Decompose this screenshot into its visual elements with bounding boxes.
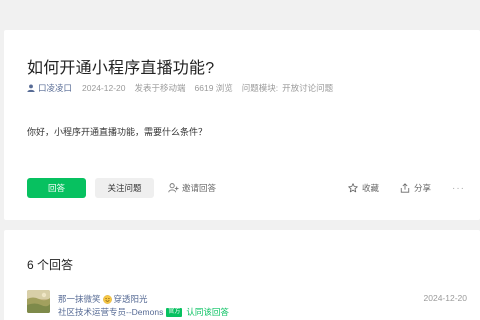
favorite-button[interactable]: 收藏 bbox=[348, 182, 379, 194]
official-badge: 官方 bbox=[166, 307, 183, 317]
smile-emoji-icon bbox=[102, 294, 112, 304]
invite-label: 邀请回答 bbox=[182, 183, 217, 193]
question-actions: 收藏 分享 ··· bbox=[348, 179, 465, 197]
answer-count: 6 个回答 bbox=[27, 258, 74, 272]
more-icon[interactable]: ··· bbox=[452, 183, 465, 194]
endorse-answer-link[interactable]: 认同该回答 bbox=[186, 306, 229, 318]
answerer-role: 社区技术运营专员--Demons 官方 认同该回答 bbox=[58, 306, 229, 318]
author-link[interactable]: 口凌凌口 bbox=[27, 82, 72, 94]
module-value[interactable]: 开放讨论问题 bbox=[282, 82, 333, 94]
answer-button[interactable]: 回答 bbox=[27, 178, 86, 198]
follow-question-button[interactable]: 关注问题 bbox=[95, 178, 154, 198]
question-card: 如何开通小程序直播功能? 口凌凌口 2024-12-20 发表于移动端 6619… bbox=[4, 30, 480, 220]
author-name: 口凌凌口 bbox=[38, 83, 73, 93]
question-meta: 口凌凌口 2024-12-20 发表于移动端 6619 浏览 问题模块: 开放讨… bbox=[27, 81, 333, 95]
question-title: 如何开通小程序直播功能? bbox=[27, 60, 215, 77]
posted-from: 发表于移动端 bbox=[134, 83, 186, 93]
answerer-name-suffix: 穿透阳光 bbox=[113, 294, 148, 304]
avatar[interactable] bbox=[27, 290, 50, 313]
answer-date: 2024-12-20 bbox=[423, 293, 467, 303]
user-icon bbox=[27, 84, 35, 92]
invite-answer-button[interactable]: 邀请回答 bbox=[168, 178, 216, 198]
answerer-name-prefix: 那一抹微笑 bbox=[58, 294, 101, 304]
module-label: 问题模块: bbox=[241, 83, 279, 93]
share-label: 分享 bbox=[413, 183, 431, 193]
question-body: 你好，小程序开通直播功能，需要什么条件？ bbox=[27, 127, 208, 137]
answer-item: 那一抹微笑 穿透阳光 社区技术运营专员--Demons 官方 认同该回答 202… bbox=[27, 290, 467, 318]
post-date: 2024-12-20 bbox=[82, 83, 126, 93]
star-icon bbox=[348, 183, 358, 193]
answerer-name[interactable]: 那一抹微笑 穿透阳光 bbox=[58, 293, 148, 305]
view-count: 6619 浏览 bbox=[194, 83, 233, 93]
favorite-label: 收藏 bbox=[361, 183, 379, 193]
invite-icon bbox=[168, 183, 179, 193]
answerer-role-text: 社区技术运营专员--Demons bbox=[58, 307, 164, 317]
answers-card: 6 个回答 那一抹微笑 穿透阳光 社区技术运营专员--Demons 官方 认同该… bbox=[4, 230, 480, 320]
share-button[interactable]: 分享 bbox=[400, 182, 431, 194]
share-icon bbox=[400, 183, 410, 193]
